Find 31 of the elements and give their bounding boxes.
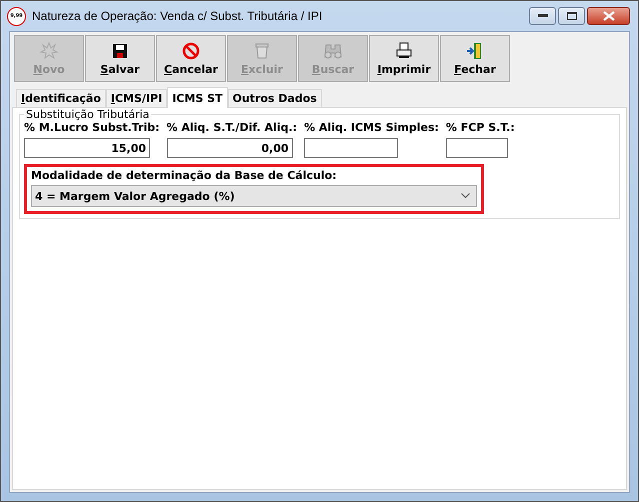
save-icon <box>110 41 130 61</box>
window-title: Natureza de Operação: Venda c/ Subst. Tributária / IPI <box>32 9 324 23</box>
toolbar-button[interactable]: Cancelar <box>156 35 226 82</box>
burst-icon <box>39 41 59 61</box>
field-label: % M.Lucro Subst.Trib: <box>24 121 160 134</box>
caret-icon <box>461 193 470 199</box>
input-field[interactable] <box>446 138 508 158</box>
field-label: % FCP S.T.: <box>446 121 515 134</box>
close-button[interactable] <box>587 7 630 25</box>
input-field[interactable]: 0,00 <box>166 138 293 158</box>
tab[interactable]: Outros Dados <box>228 89 322 107</box>
toolbar-button[interactable]: Imprimir <box>369 35 439 82</box>
minimize-icon <box>538 14 548 18</box>
tab[interactable]: ICMS ST <box>167 87 228 108</box>
toolbar-button[interactable]: Salvar <box>85 35 155 82</box>
field-label: % Aliq. S.T./Dif. Aliq.: <box>166 121 298 134</box>
input-field[interactable] <box>304 138 398 158</box>
cancel-icon <box>181 41 201 61</box>
maximize-button[interactable] <box>558 7 585 25</box>
group-title: Substituição Tributária <box>25 108 150 121</box>
field-label: % Aliq. ICMS Simples: <box>304 121 439 134</box>
maximize-icon <box>566 12 576 20</box>
input-field[interactable]: 15,00 <box>24 138 150 158</box>
printer-icon <box>394 41 414 61</box>
field-label: Modalidade de determinação da Base de Cálculo: <box>31 169 338 182</box>
close-icon <box>602 11 614 21</box>
tab[interactable]: ICMS/IPI <box>106 89 168 107</box>
tab[interactable]: Identificação <box>16 89 106 107</box>
minimize-button[interactable] <box>529 7 556 25</box>
dropdown[interactable]: 4 = Margem Valor Agregado (%) <box>31 185 477 207</box>
toolbar-button[interactable]: Fechar <box>440 35 510 82</box>
